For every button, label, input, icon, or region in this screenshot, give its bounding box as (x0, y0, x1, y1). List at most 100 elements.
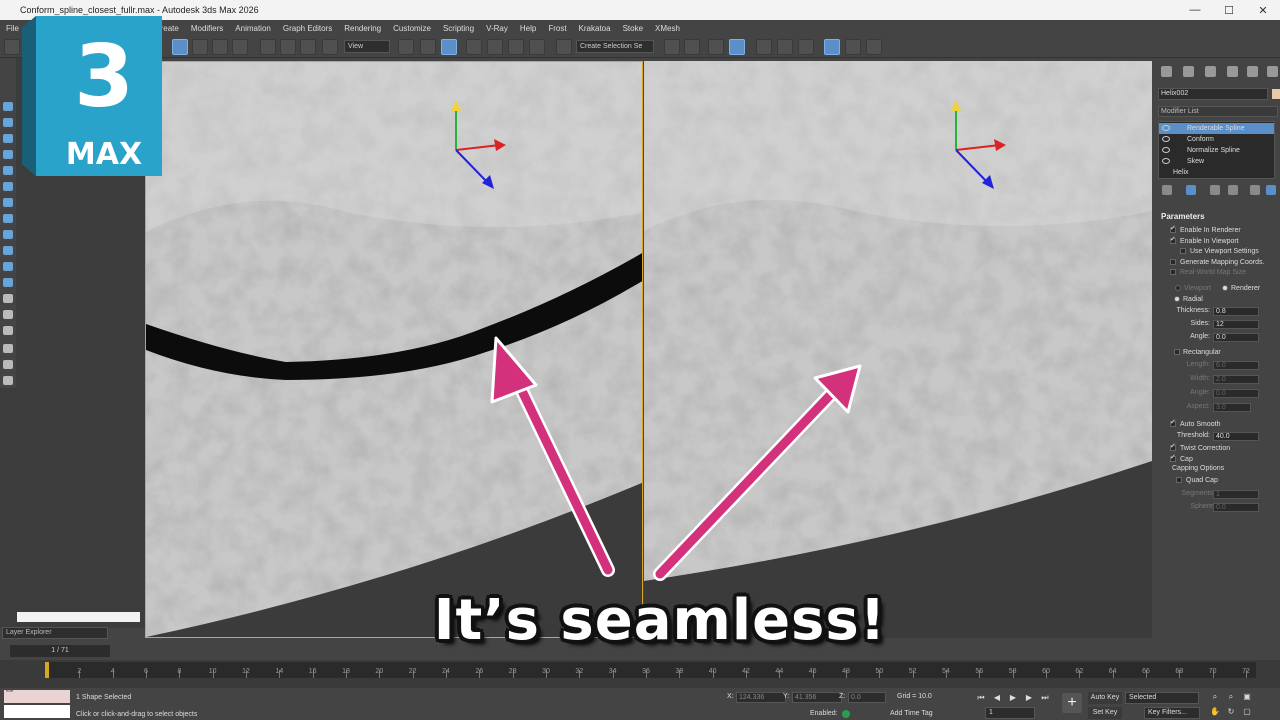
transform-gizmo-left[interactable] (440, 95, 520, 195)
enable-in-viewport-checkbox[interactable] (1170, 235, 1176, 244)
freeze-icon[interactable] (3, 326, 13, 335)
modify-tab-icon[interactable] (1183, 66, 1194, 77)
maxscript-output[interactable] (4, 705, 70, 718)
menu-item-krakatoa[interactable]: Krakatoa (573, 24, 617, 33)
undo-icon[interactable] (4, 39, 20, 55)
menu-item-graph-editors[interactable]: Graph Editors (277, 24, 338, 33)
sort-icon[interactable] (3, 360, 13, 369)
folder-icon[interactable] (3, 376, 13, 385)
real-world-map-size-checkbox[interactable] (1170, 269, 1176, 275)
generate-mapping-checkbox[interactable] (1170, 259, 1176, 265)
cap-checkbox[interactable] (1170, 453, 1176, 462)
menu-item-modifiers[interactable]: Modifiers (185, 24, 229, 33)
select-object-icon[interactable] (172, 39, 188, 55)
select-by-name-icon[interactable] (192, 39, 208, 55)
particle-icon[interactable] (3, 246, 13, 255)
use-viewport-settings-checkbox[interactable] (1180, 248, 1186, 254)
menu-item-v-ray[interactable]: V-Ray (480, 24, 514, 33)
place-icon[interactable] (322, 39, 338, 55)
zoom-extents-icon[interactable]: ▣ (1242, 692, 1252, 702)
next-frame-icon[interactable]: ▶ (1024, 693, 1034, 703)
scene-search-input[interactable] (17, 612, 140, 622)
create-tab-icon[interactable] (1161, 66, 1172, 77)
menu-item-rendering[interactable]: Rendering (338, 24, 387, 33)
threshold-spinner[interactable]: 40.0 (1213, 432, 1259, 441)
close-button[interactable]: ✕ (1246, 4, 1280, 17)
mirror-icon[interactable] (664, 39, 680, 55)
object-name-field[interactable]: Helix002 (1158, 88, 1268, 100)
quad-cap-checkbox[interactable] (1176, 477, 1182, 483)
motion-tab-icon[interactable] (1227, 66, 1238, 77)
renderer-radio[interactable] (1222, 285, 1228, 291)
enable-in-renderer-checkbox[interactable] (1170, 224, 1176, 233)
layer-explorer-icon[interactable] (729, 39, 745, 55)
list-view-icon[interactable] (1266, 185, 1276, 195)
filter-icon[interactable] (3, 344, 13, 353)
minimize-button[interactable]: — (1178, 4, 1212, 16)
eye-icon[interactable] (1162, 125, 1170, 131)
angle-spinner[interactable]: 0.0 (1213, 333, 1259, 342)
rotate-icon[interactable] (280, 39, 296, 55)
auto-smooth-checkbox[interactable] (1170, 418, 1176, 427)
stack-item-renderable-spline[interactable]: Renderable Spline (1159, 123, 1274, 134)
object-color-swatch[interactable] (1272, 89, 1280, 99)
scene-explorer-icon[interactable] (708, 39, 724, 55)
light-icon[interactable] (3, 134, 13, 143)
camera-icon[interactable] (3, 150, 13, 159)
stack-item-normalize-spline[interactable]: Normalize Spline (1159, 145, 1274, 156)
menu-item-help[interactable]: Help (514, 24, 542, 33)
go-to-start-icon[interactable]: ⏮ (976, 693, 986, 703)
add-time-tag[interactable]: Add Time Tag (890, 710, 933, 717)
aspect-spinner[interactable]: 3.0 (1213, 403, 1251, 412)
stack-item-helix[interactable]: Helix (1159, 167, 1274, 178)
reference-coordinate-dropdown[interactable]: View (344, 40, 390, 53)
scale-icon[interactable] (300, 39, 316, 55)
percent-snap-icon[interactable] (508, 39, 524, 55)
rectangular-radio[interactable] (1174, 349, 1180, 355)
stack-item-conform[interactable]: Conform (1159, 134, 1274, 145)
menu-item-animation[interactable]: Animation (229, 24, 277, 33)
material-editor-icon[interactable] (824, 39, 840, 55)
set-key-button[interactable]: Set Key (1088, 707, 1122, 719)
enabled-indicator[interactable] (842, 710, 850, 718)
radial-radio[interactable] (1174, 296, 1180, 302)
eye-icon[interactable] (1162, 158, 1170, 164)
xref-icon[interactable] (3, 278, 13, 287)
key-selection-dropdown[interactable]: Selected (1125, 692, 1199, 704)
display-none-icon[interactable] (3, 118, 13, 127)
length-spinner[interactable]: 6.0 (1213, 361, 1259, 370)
utilities-tab-icon[interactable] (1267, 66, 1278, 77)
angle-snap-icon[interactable] (487, 39, 503, 55)
zoom-all-icon[interactable]: ⌕ (1226, 692, 1236, 702)
helper-icon[interactable] (3, 198, 13, 207)
pin-stack-icon[interactable] (1162, 185, 1172, 195)
make-unique-icon[interactable] (1210, 185, 1220, 195)
move-icon[interactable] (260, 39, 276, 55)
menu-item-frost[interactable]: Frost (542, 24, 572, 33)
hierarchy-tab-icon[interactable] (1205, 66, 1216, 77)
edit-named-selection-icon[interactable] (556, 39, 572, 55)
menu-item-scripting[interactable]: Scripting (437, 24, 480, 33)
configure-modifier-sets-icon[interactable] (1250, 185, 1260, 195)
parameters-rollout-title[interactable]: Parameters (1161, 212, 1205, 221)
sphere-spinner[interactable]: 0.0 (1213, 503, 1259, 512)
auto-key-button[interactable]: Auto Key (1088, 692, 1122, 704)
rect-angle-spinner[interactable]: 0.0 (1213, 389, 1259, 398)
twist-correction-checkbox[interactable] (1170, 442, 1176, 451)
render-setup-icon[interactable] (845, 39, 861, 55)
viewport-radio[interactable] (1175, 285, 1181, 291)
current-frame-spinner[interactable]: 1 (985, 707, 1035, 719)
x-coordinate[interactable]: 124.336 (736, 692, 786, 703)
key-filters-button[interactable]: Key Filters... (1144, 707, 1200, 719)
maxscript-listener[interactable]: "“" (4, 690, 70, 703)
width-spinner[interactable]: 2.0 (1213, 375, 1259, 384)
shape-icon[interactable] (3, 182, 13, 191)
play-icon[interactable]: ▶ (1008, 693, 1018, 703)
segments-spinner[interactable]: 1 (1213, 490, 1259, 499)
y-coordinate[interactable]: 41.356 (792, 692, 842, 703)
menu-item-stoke[interactable]: Stoke (617, 24, 649, 33)
time-slider-handle[interactable] (45, 662, 49, 678)
window-crossing-icon[interactable] (232, 39, 248, 55)
eye-icon[interactable] (1162, 136, 1170, 142)
keyboard-shortcut-icon[interactable] (441, 39, 457, 55)
